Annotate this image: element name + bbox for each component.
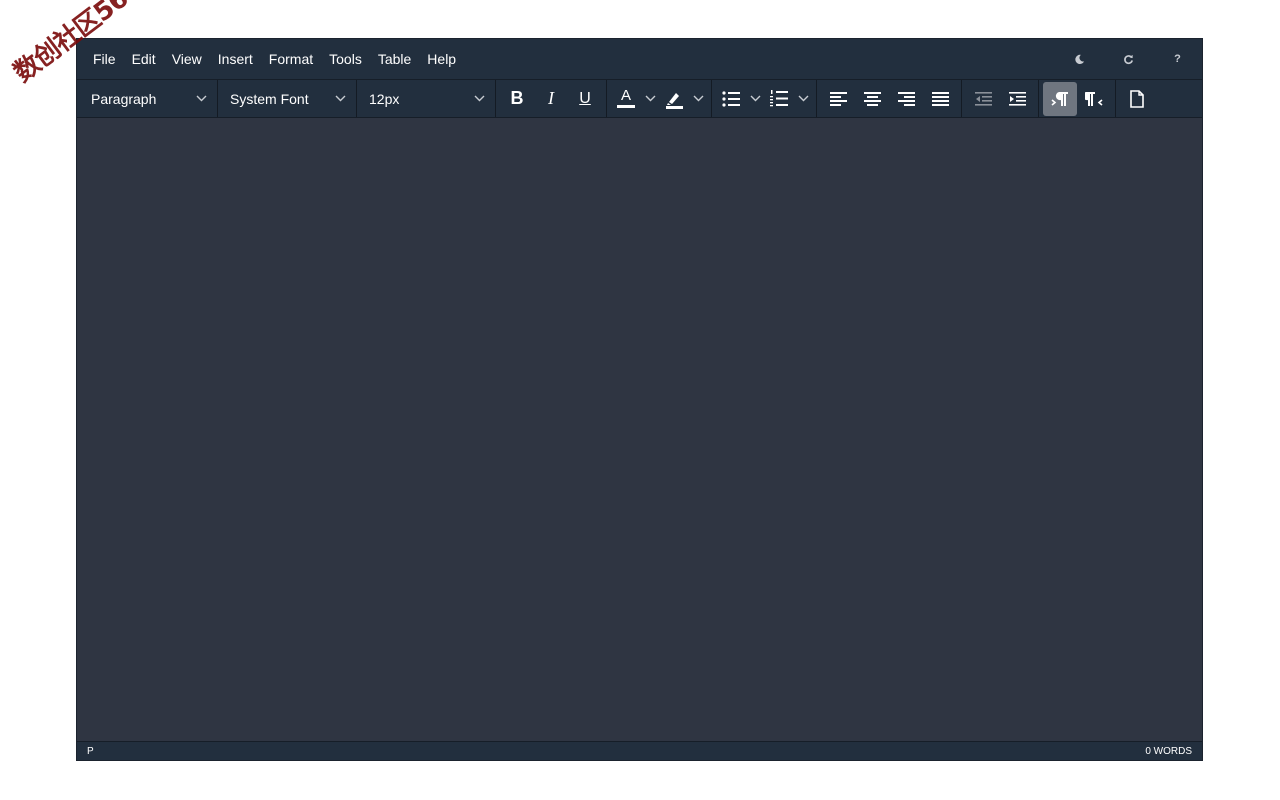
indent-button[interactable]	[1000, 82, 1034, 116]
ltr-button[interactable]	[1043, 81, 1077, 116]
align-left-icon	[829, 91, 847, 106]
numbered-list-icon	[770, 90, 788, 107]
font-size-select[interactable]: 12px	[357, 80, 496, 117]
bullet-list-button[interactable]	[716, 82, 746, 116]
underline-button[interactable]: U	[568, 82, 602, 116]
underline-icon: U	[579, 89, 591, 107]
direction-group	[1039, 80, 1116, 117]
text-color-button[interactable]: A	[611, 82, 641, 116]
toolbar: Paragraph System Font 12px B I U A	[77, 79, 1202, 118]
help-icon[interactable]: ?	[1153, 39, 1202, 79]
editor-content-area[interactable]	[77, 118, 1202, 741]
menu-help[interactable]: Help	[419, 39, 464, 79]
outdent-button[interactable]	[966, 82, 1000, 116]
word-count[interactable]: 0 WORDS	[1145, 746, 1192, 757]
moon-icon[interactable]	[1055, 39, 1104, 79]
refresh-icon[interactable]	[1104, 39, 1153, 79]
document-group	[1116, 80, 1158, 117]
highlighter-icon	[664, 89, 684, 109]
chevron-down-icon	[196, 95, 207, 102]
align-center-button[interactable]	[855, 82, 889, 116]
bullet-list-split	[716, 82, 764, 116]
rich-text-editor: File Edit View Insert Format Tools Table…	[76, 38, 1203, 761]
font-size-value: 12px	[369, 90, 400, 107]
italic-icon: I	[548, 88, 554, 108]
indent-icon	[1008, 91, 1026, 106]
text-color-icon: A	[617, 88, 635, 108]
statusbar: P 0 WORDS	[77, 741, 1202, 760]
align-right-icon	[897, 91, 915, 106]
rtl-button[interactable]	[1077, 82, 1111, 116]
chevron-down-icon[interactable]	[641, 82, 659, 116]
chevron-down-icon	[335, 95, 346, 102]
align-group	[817, 80, 962, 117]
numbered-list-split	[764, 82, 812, 116]
new-document-icon	[1130, 89, 1144, 108]
chevron-down-icon[interactable]	[689, 82, 707, 116]
menubar: File Edit View Insert Format Tools Table…	[77, 39, 1202, 79]
block-format-value: Paragraph	[91, 90, 157, 107]
align-left-button[interactable]	[821, 82, 855, 116]
chevron-down-icon	[474, 95, 485, 102]
menu-insert[interactable]: Insert	[210, 39, 261, 79]
chevron-down-icon[interactable]	[746, 82, 764, 116]
highlight-color-split	[659, 82, 707, 116]
menu-table[interactable]: Table	[370, 39, 419, 79]
menu-file[interactable]: File	[85, 39, 124, 79]
element-path[interactable]: P	[87, 746, 94, 757]
outdent-icon	[974, 91, 992, 106]
list-group	[712, 80, 817, 117]
menubar-right-controls: ?	[1055, 39, 1202, 79]
align-center-icon	[863, 91, 881, 106]
justify-icon	[931, 91, 949, 106]
align-right-button[interactable]	[889, 82, 923, 116]
menu-tools[interactable]: Tools	[321, 39, 370, 79]
bullet-list-icon	[722, 90, 740, 107]
format-group: B I U	[496, 80, 607, 117]
bold-button[interactable]: B	[500, 82, 534, 116]
menu-format[interactable]: Format	[261, 39, 321, 79]
highlight-color-button[interactable]	[659, 82, 689, 116]
color-group: A	[607, 80, 712, 117]
left-to-right-icon	[1051, 91, 1069, 107]
italic-button[interactable]: I	[534, 82, 568, 116]
indent-group	[962, 80, 1039, 117]
justify-button[interactable]	[923, 82, 957, 116]
menu-edit[interactable]: Edit	[124, 39, 164, 79]
block-format-select[interactable]: Paragraph	[79, 80, 218, 117]
bold-icon: B	[510, 88, 524, 108]
font-family-value: System Font	[230, 90, 309, 107]
chevron-down-icon[interactable]	[794, 82, 812, 116]
menu-view[interactable]: View	[164, 39, 210, 79]
font-family-select[interactable]: System Font	[218, 80, 357, 117]
right-to-left-icon	[1085, 91, 1103, 107]
numbered-list-button[interactable]	[764, 82, 794, 116]
text-color-split: A	[611, 82, 659, 116]
new-document-button[interactable]	[1120, 82, 1154, 116]
